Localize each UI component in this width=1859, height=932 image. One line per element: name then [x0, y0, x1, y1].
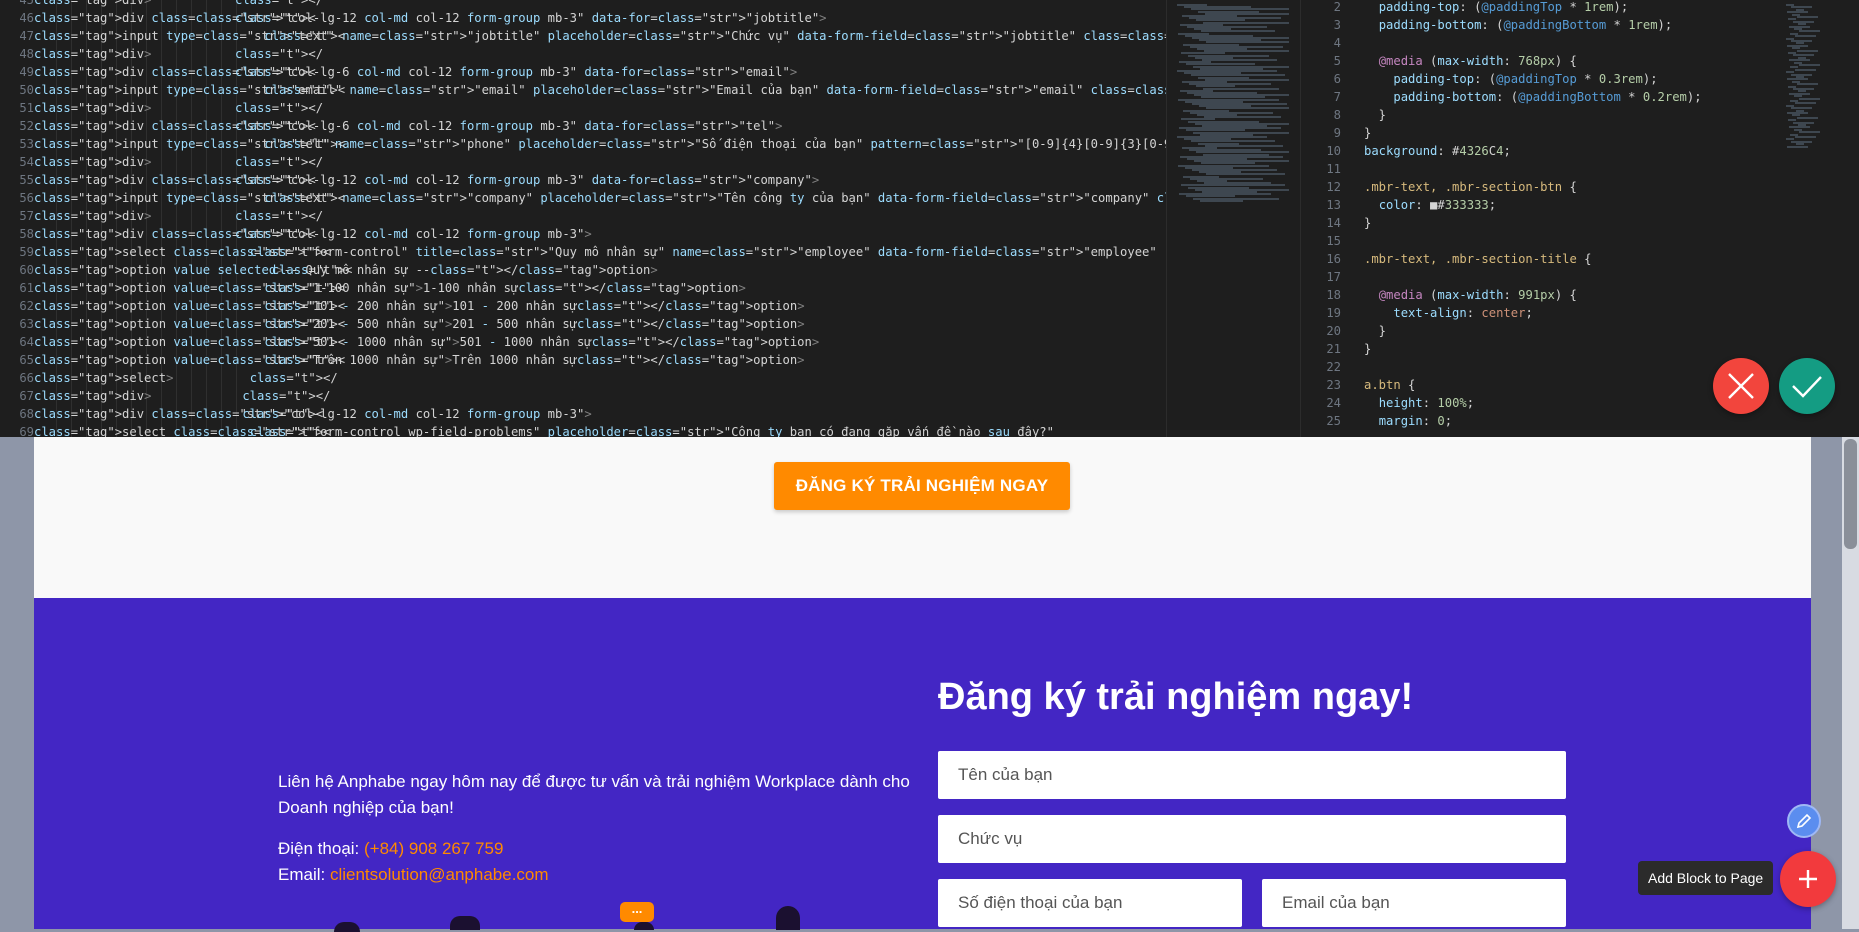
pencil-icon [1796, 813, 1812, 829]
code-line: 53 class="t">< class="tag">input type=cla… [19, 137, 1166, 151]
code-line: 9} [1333, 126, 1372, 140]
minimap-line [1797, 16, 1818, 18]
code-line: 24 height: 100%; [1326, 396, 1475, 410]
code-line: 11 [1326, 162, 1341, 176]
code-line: 22 [1326, 360, 1341, 374]
code-line: 49 class="t">< class="tag">div class=class… [19, 65, 798, 79]
email-label: Email: [278, 865, 330, 884]
code-line: 51 class="t"></class="tag">div> [19, 101, 324, 115]
code-line: 57 class="t"></class="tag">div> [19, 209, 324, 223]
code-line: 4 [1333, 36, 1341, 50]
minimap-line [1200, 199, 1243, 202]
code-line: 67 class="t"></class="tag">div> [19, 389, 331, 403]
code-line: 62 class="t">< class="tag">option value=c… [19, 299, 805, 313]
code-line: 52 class="t">< class="tag">div class=class… [19, 119, 783, 133]
code-line: 46 class="t">< class="tag">div class=class… [19, 11, 827, 25]
code-line: 59 class="t">< class="tag">select class=c… [19, 245, 1166, 259]
code-editor[interactable]: 45 class="t"></class="tag">div> 46 class="t… [0, 0, 1859, 437]
minimap-line [1795, 35, 1816, 38]
html-minimap[interactable] [1166, 0, 1289, 437]
code-line: 23 a.btn { [1326, 378, 1416, 392]
code-line: 69 class="t">< class="tag">select class=c… [19, 425, 1054, 437]
code-line: 25 margin: 0; [1326, 414, 1453, 428]
code-line: 55 class="t">< class="tag">div class=class… [19, 173, 820, 187]
code-line: 48 class="t"></class="tag">div> [19, 47, 324, 61]
minimap-line [1797, 83, 1818, 86]
minimap-line [1202, 59, 1277, 61]
register-cta-button[interactable]: ĐĂNG KÝ TRẢI NGHIỆM NGAY [774, 462, 1070, 510]
code-line: 54 class="t"></class="tag">div> [19, 155, 324, 169]
code-line: 68 class="t">< class="tag">div class=clas… [19, 407, 592, 421]
signup-title: Đăng ký trải nghiệm ngay! [938, 676, 1414, 718]
phone-link[interactable]: (+84) 908 267 759 [364, 839, 503, 858]
code-line: 10 background: #4326C4; [1326, 144, 1511, 158]
code-line: 14} [1326, 216, 1372, 230]
minimap-line [1795, 136, 1816, 138]
minimap-line [1795, 68, 1816, 71]
name-input[interactable]: Tên của bạn [938, 751, 1566, 799]
code-line: 56 class="t">< class="tag">input type=cla… [19, 191, 1166, 205]
page-preview: ĐĂNG KÝ TRẢI NGHIỆM NGAY Đăng ký trải ng… [34, 437, 1811, 932]
minimap-line [1204, 116, 1281, 119]
code-line: 16 .mbr-text, .mbr-section-title { [1326, 252, 1592, 266]
contact-email: Email: clientsolution@anphabe.com [278, 865, 549, 885]
code-line: 20 } [1326, 324, 1387, 338]
minimap-line [1797, 49, 1818, 52]
code-line: 58 class="t">< class="tag">div class=class… [19, 227, 592, 241]
minimap-line [1797, 116, 1818, 119]
minimap-line [1799, 30, 1820, 33]
add-block-tooltip: Add Block to Page [1638, 861, 1774, 895]
code-line: 6 padding-top: (@paddingTop * 0.3rem); [1333, 72, 1658, 86]
minimap-line [1795, 102, 1816, 105]
intro-text: Liên hệ Anphabe ngay hôm nay để được tư … [278, 772, 910, 817]
page-scrollbar[interactable] [1842, 437, 1859, 929]
phone-input[interactable]: Số điện thoại của bạn [938, 879, 1242, 927]
code-line: 5 @media (max-width: 768px) { [1333, 54, 1577, 68]
code-line: 21} [1326, 342, 1372, 356]
signup-section: Đăng ký trải nghiệm ngay! Liên hệ Anphab… [34, 598, 1811, 932]
cta-section: ĐĂNG KÝ TRẢI NGHIỆM NGAY [34, 437, 1811, 598]
code-line: 60 class="t">< class="tag">option value s… [19, 263, 658, 277]
minimap-line [1787, 145, 1808, 148]
cancel-edit-button[interactable] [1713, 358, 1769, 414]
checkmark-icon [1792, 376, 1822, 398]
edit-block-button[interactable] [1787, 804, 1821, 838]
code-line: 66 class="t"></class="tag">select> [19, 371, 338, 385]
jobtitle-input[interactable]: Chức vụ [938, 815, 1566, 863]
close-icon [1728, 373, 1754, 399]
code-line: 18 @media (max-width: 991px) { [1326, 288, 1577, 302]
code-line: 63 class="t">< class="tag">option value=c… [19, 317, 805, 331]
code-line: 3 padding-bottom: (@paddingBottom * 1rem… [1333, 18, 1673, 32]
chat-bubble-icon: ... [620, 902, 654, 922]
minimap-line [1799, 64, 1820, 66]
minimap-line [1799, 131, 1820, 134]
code-line: 7 padding-bottom: (@paddingBottom * 0.2r… [1333, 90, 1702, 104]
html-code-pane[interactable]: 45 class="t"></class="tag">div> 46 class="t… [0, 0, 1166, 437]
minimap-line [1799, 97, 1820, 100]
scrollbar-thumb[interactable] [1844, 439, 1857, 549]
code-line: 15 [1326, 234, 1341, 248]
code-line: 64 class="t">< class="tag">option value=c… [19, 335, 820, 349]
code-line: 8 } [1333, 108, 1387, 122]
email-input[interactable]: Email của bạn [1262, 879, 1566, 927]
code-line: 13 color: ■#333333; [1326, 198, 1497, 212]
code-line: 45 class="t"></class="tag">div> [19, 0, 324, 7]
apply-edit-button[interactable] [1779, 358, 1835, 414]
minimap-line [1201, 30, 1275, 33]
email-link[interactable]: clientsolution@anphabe.com [330, 865, 549, 884]
code-line: 17 [1326, 270, 1341, 284]
code-line: 2 padding-top: (@paddingTop * 1rem); [1333, 0, 1629, 14]
code-line: 65 class="t">< class="tag">option value=c… [19, 353, 805, 367]
code-line: 19 text-align: center; [1326, 306, 1533, 320]
phone-label: Điện thoại: [278, 839, 364, 858]
code-line: 50 class="t">< class="tag">input type=cla… [19, 83, 1166, 97]
code-line: 12 .mbr-text, .mbr-section-btn { [1326, 180, 1577, 194]
plus-icon [1799, 870, 1817, 888]
code-line: 61 class="t">< class="tag">option value=c… [19, 281, 746, 295]
contact-phone: Điện thoại: (+84) 908 267 759 [278, 839, 503, 859]
add-block-button[interactable] [1780, 851, 1836, 907]
code-line: 47 class="t">< class="tag">input type=cla… [19, 29, 1166, 43]
minimap-line [1203, 87, 1279, 90]
